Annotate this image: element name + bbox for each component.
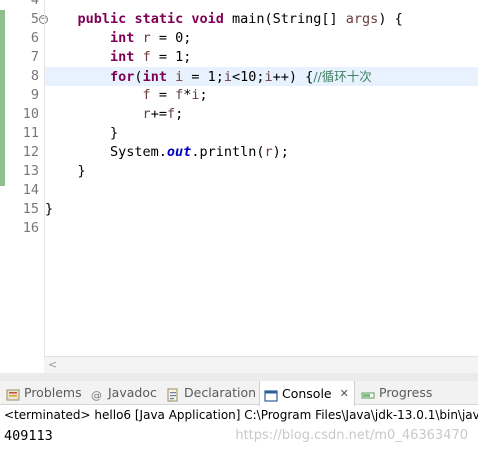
code-token: ; [199,87,208,103]
console-icon [264,387,278,402]
code-token: out [166,144,192,160]
code-line[interactable]: } [45,200,53,219]
javadoc-icon: @ [90,386,104,402]
views-tab-bar: Problems @ Javadoc Declaration Console ✕… [0,381,478,406]
code-token: ); [272,144,289,160]
code-token: r [142,106,151,122]
line-number: 8 [30,68,39,84]
code-token: f [142,87,151,103]
code-token: for [110,69,135,85]
code-token: args [345,11,379,27]
watermark: https://blog.csdn.net/m0_46363470 [235,428,468,443]
code-token: } [45,125,119,141]
code-token: public [77,11,127,27]
code-token: ; [175,106,184,122]
line-number: 13 [22,163,39,179]
console-output[interactable]: 409113 [4,426,53,446]
code-token: System. [45,144,167,160]
code-line[interactable]: public static void main(String[] args) { [45,10,403,29]
code-editor[interactable]: 4 5−6 7 8 9 10 11 12 13 14 15 16 public static void… [0,0,478,356]
declaration-icon [166,386,180,402]
line-number: 6 [30,30,39,46]
code-line[interactable]: } [45,124,118,143]
line-number: 7 [30,49,39,65]
tab-console[interactable]: Console ✕ [259,381,355,406]
code-token: ) { [378,11,403,27]
code-token: i [191,87,200,103]
code-area[interactable]: public static void main(String[] args) {… [44,0,478,356]
code-token: = [150,87,176,103]
code-token: ( [134,69,143,85]
code-token: ++) { [272,69,314,85]
line-number: 9 [30,87,39,103]
line-number: 16 [22,220,39,236]
line-number-gutter: 4 5−6 7 8 9 10 11 12 13 14 15 16 [5,0,48,356]
code-line[interactable]: int r = 0; [45,29,191,48]
line-number: 15 [22,201,39,217]
code-line[interactable]: } [45,162,86,181]
scroll-left-icon[interactable]: < [48,357,57,372]
code-token: int [142,69,167,85]
code-token: i [264,69,273,85]
svg-text:@: @ [91,389,102,402]
tab-problems[interactable]: Problems [2,381,84,405]
code-line[interactable]: r+=f; [45,105,184,124]
code-token: r [142,30,151,46]
code-token: main(String[] [223,11,346,27]
code-token: i [175,69,184,85]
code-token: int [110,49,135,65]
tab-declaration[interactable]: Declaration [162,381,258,405]
code-token: = 1; [183,69,224,85]
tab-label: Javadoc [108,385,157,400]
code-token: f [142,49,151,65]
line-number: 4 [30,0,39,8]
code-line[interactable]: for(int i = 1;i<10;i++) {//循环十次 [45,67,372,86]
code-line[interactable]: int f = 1; [45,48,191,67]
code-line[interactable]: System.out.println(r); [45,143,289,162]
line-number: 11 [22,125,39,141]
line-number: 14 [22,182,39,198]
line-number: 10 [22,106,39,122]
progress-icon [361,386,375,400]
code-token: += [150,106,167,122]
code-token: .println( [191,144,265,160]
code-token: void [191,11,224,27]
code-token: i [223,69,233,85]
tab-label: Declaration [184,385,257,400]
code-token: f [166,106,176,122]
tab-label: Progress [379,385,433,400]
problems-icon [6,386,20,401]
code-token: } [45,163,86,179]
tab-label: Console [282,385,332,401]
code-token: //循环十次 [313,69,372,84]
code-token: r [264,144,273,160]
editor-horizontal-scrollbar[interactable]: < [44,356,478,373]
tab-label: Problems [24,385,82,400]
code-token: = 1; [150,49,192,65]
code-token: = 0; [150,30,192,46]
code-token: f [175,87,184,103]
line-number: 12 [22,144,39,160]
code-token: } [45,201,54,217]
code-token: <10; [232,69,265,85]
console-status-line: <terminated> hello6 [Java Application] C… [4,408,478,422]
line-number: 5 [30,11,39,27]
tab-progress[interactable]: Progress [357,381,443,405]
code-line[interactable]: f = f*i; [45,86,208,105]
code-token: int [110,30,135,46]
close-icon[interactable]: ✕ [340,382,349,406]
code-token: static [134,11,184,27]
panel-divider[interactable] [0,373,478,381]
tab-javadoc[interactable]: @ Javadoc [86,381,162,405]
